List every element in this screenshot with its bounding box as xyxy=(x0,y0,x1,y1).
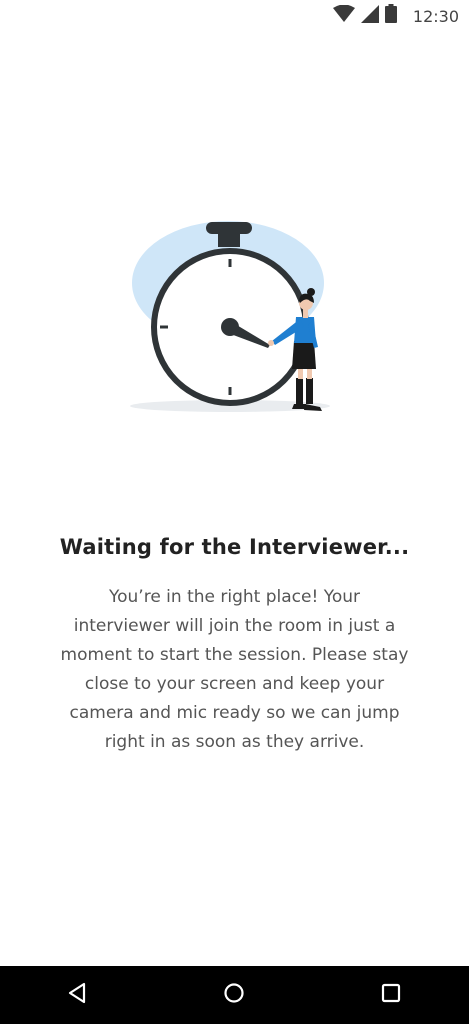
recents-icon xyxy=(380,982,402,1009)
recents-button[interactable] xyxy=(361,966,421,1024)
wifi-icon xyxy=(332,4,355,28)
waiting-title: Waiting for the Interviewer... xyxy=(59,535,410,559)
status-icons: 12:30 xyxy=(332,4,459,28)
back-icon xyxy=(67,982,89,1009)
back-button[interactable] xyxy=(48,966,108,1024)
waiting-message: You’re in the right place! Your intervie… xyxy=(60,587,409,752)
cellular-signal-icon xyxy=(360,4,379,28)
stopwatch-with-woman-illustration xyxy=(120,215,350,425)
home-icon xyxy=(223,982,245,1009)
battery-icon xyxy=(384,4,397,28)
status-bar: 12:30 xyxy=(0,0,469,32)
system-navigation-bar xyxy=(0,966,469,1024)
waiting-content: Waiting for the Interviewer... You’re in… xyxy=(0,535,469,757)
status-time: 12:30 xyxy=(412,6,459,26)
stopwatch-button xyxy=(206,222,252,234)
home-button[interactable] xyxy=(204,966,264,1024)
